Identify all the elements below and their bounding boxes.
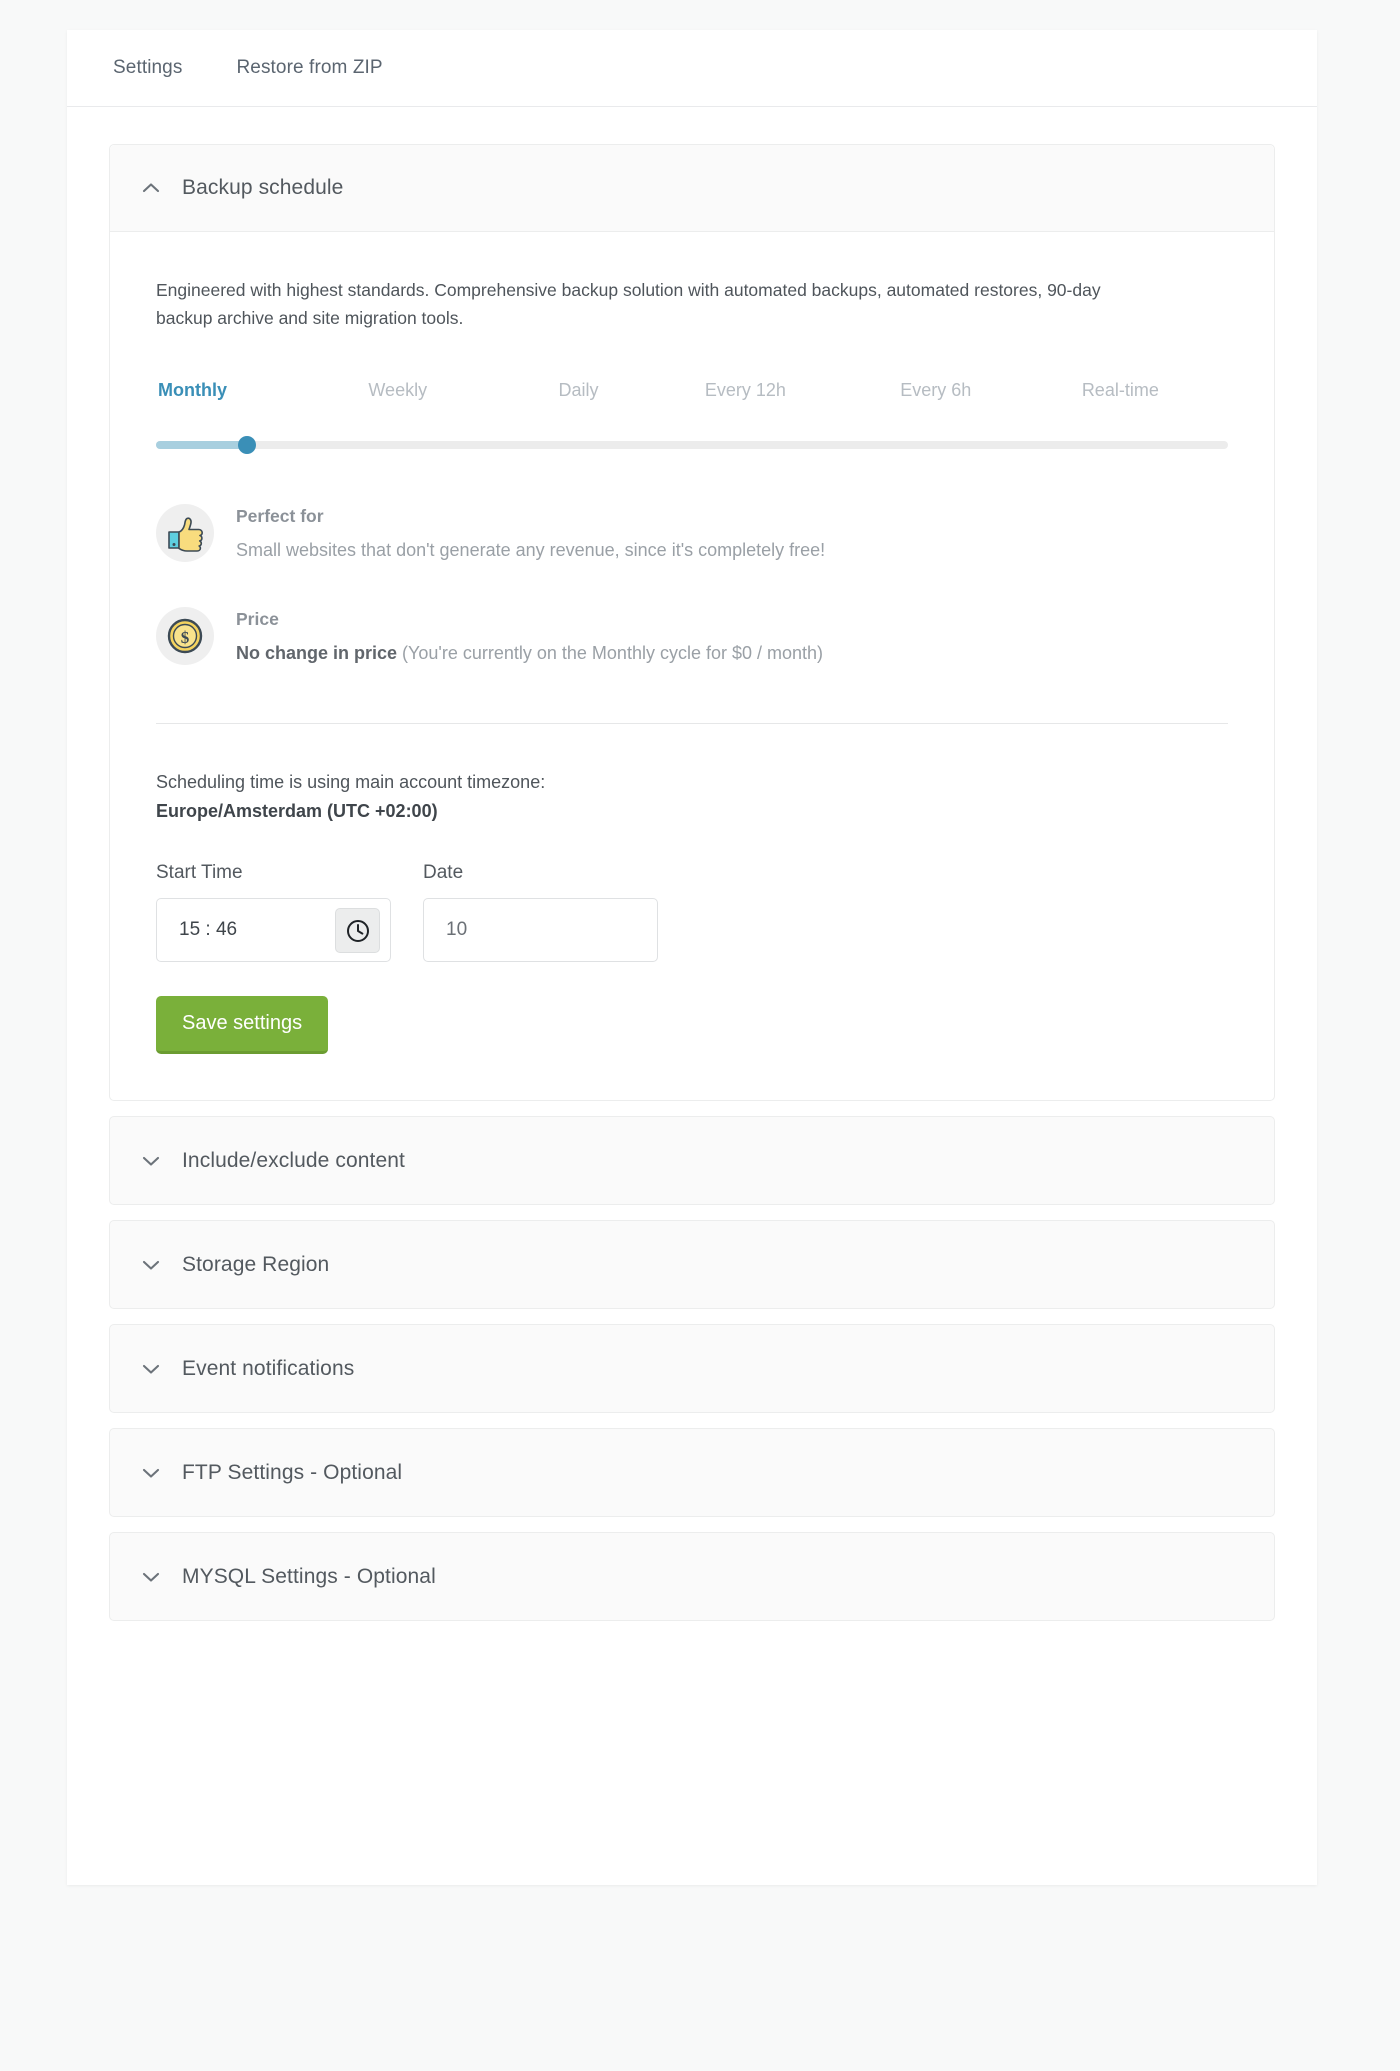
panel-event-notifications: Event notifications bbox=[109, 1324, 1275, 1413]
clock-picker-button[interactable] bbox=[335, 908, 380, 953]
plan-info-rows: Perfect for Small websites that don't ge… bbox=[156, 502, 1228, 666]
frequency-option-every-6h[interactable]: Every 6h bbox=[900, 380, 971, 401]
timezone-value: Europe/Amsterdam (UTC +02:00) bbox=[156, 797, 1228, 826]
frequency-slider[interactable] bbox=[156, 436, 1228, 454]
frequency-option-weekly[interactable]: Weekly bbox=[368, 380, 427, 401]
info-sub-perfect-for: Small websites that don't generate any r… bbox=[236, 537, 825, 563]
info-text-price: Price No change in price (You're current… bbox=[236, 605, 823, 666]
panel-header-mysql-settings[interactable]: MYSQL Settings - Optional bbox=[110, 1533, 1274, 1620]
panel-title-backup-schedule: Backup schedule bbox=[182, 176, 343, 200]
chevron-down-icon bbox=[140, 1254, 162, 1276]
date-value: 10 bbox=[446, 919, 467, 941]
field-date: Date 10 bbox=[423, 862, 658, 962]
panel-header-backup-schedule[interactable]: Backup schedule bbox=[110, 145, 1274, 232]
panel-header-include-exclude-content[interactable]: Include/exclude content bbox=[110, 1117, 1274, 1204]
panel-header-event-notifications[interactable]: Event notifications bbox=[110, 1325, 1274, 1412]
panel-title-ftp-settings: FTP Settings - Optional bbox=[182, 1461, 402, 1485]
panel-include-exclude-content: Include/exclude content bbox=[109, 1116, 1275, 1205]
schedule-form: Start Time 15 : 46 bbox=[156, 862, 1228, 962]
slider-fill bbox=[156, 441, 247, 449]
panel-title-storage-region: Storage Region bbox=[182, 1253, 329, 1277]
content-card: Settings Restore from ZIP Backup schedul… bbox=[67, 30, 1317, 1885]
save-settings-button[interactable]: Save settings bbox=[156, 996, 328, 1054]
tab-bar: Settings Restore from ZIP bbox=[67, 30, 1317, 107]
chevron-up-icon bbox=[140, 177, 162, 199]
info-row-price: $ Price No change in price (You're curre… bbox=[156, 605, 1228, 666]
panel-backup-schedule: Backup schedule Engineered with highest … bbox=[109, 144, 1275, 1101]
frequency-option-every-12h[interactable]: Every 12h bbox=[705, 380, 786, 401]
panel-mysql-settings: MYSQL Settings - Optional bbox=[109, 1532, 1275, 1621]
panel-title-mysql-settings: MYSQL Settings - Optional bbox=[182, 1565, 436, 1589]
tab-restore-from-zip[interactable]: Restore from ZIP bbox=[236, 57, 382, 79]
panel-title-event-notifications: Event notifications bbox=[182, 1357, 354, 1381]
start-time-input[interactable]: 15 : 46 bbox=[156, 898, 391, 962]
panel-storage-region: Storage Region bbox=[109, 1220, 1275, 1309]
frequency-labels: Monthly Weekly Daily Every 12h Every 6h … bbox=[158, 380, 1226, 412]
slider-thumb[interactable] bbox=[238, 436, 256, 454]
chevron-down-icon bbox=[140, 1462, 162, 1484]
info-row-perfect-for: Perfect for Small websites that don't ge… bbox=[156, 502, 1228, 563]
info-text-perfect-for: Perfect for Small websites that don't ge… bbox=[236, 502, 825, 563]
frequency-option-daily[interactable]: Daily bbox=[559, 380, 599, 401]
clock-icon bbox=[345, 918, 371, 944]
chevron-down-icon bbox=[140, 1566, 162, 1588]
info-sub-price: No change in price (You're currently on … bbox=[236, 640, 823, 666]
date-input[interactable]: 10 bbox=[423, 898, 658, 962]
panel-body-backup-schedule: Engineered with highest standards. Compr… bbox=[110, 232, 1274, 1100]
timezone-note: Scheduling time is using main account ti… bbox=[156, 768, 1228, 797]
slider-track[interactable] bbox=[156, 441, 1228, 449]
tab-settings[interactable]: Settings bbox=[113, 57, 182, 79]
section-divider bbox=[156, 723, 1228, 724]
panel-header-storage-region[interactable]: Storage Region bbox=[110, 1221, 1274, 1308]
chevron-down-icon bbox=[140, 1358, 162, 1380]
chevron-down-icon bbox=[140, 1150, 162, 1172]
app-page: Settings Restore from ZIP Backup schedul… bbox=[0, 0, 1400, 2071]
coin-dollar-icon: $ bbox=[156, 607, 214, 665]
price-status: No change in price bbox=[236, 643, 397, 663]
field-start-time: Start Time 15 : 46 bbox=[156, 862, 391, 962]
price-detail: (You're currently on the Monthly cycle f… bbox=[397, 643, 823, 663]
thumbs-up-icon bbox=[156, 504, 214, 562]
panel-ftp-settings: FTP Settings - Optional bbox=[109, 1428, 1275, 1517]
frequency-option-monthly[interactable]: Monthly bbox=[158, 380, 227, 401]
panel-header-ftp-settings[interactable]: FTP Settings - Optional bbox=[110, 1429, 1274, 1516]
label-start-time: Start Time bbox=[156, 862, 391, 884]
svg-text:$: $ bbox=[181, 628, 190, 647]
timezone-block: Scheduling time is using main account ti… bbox=[156, 768, 1228, 826]
backup-description: Engineered with highest standards. Compr… bbox=[156, 276, 1156, 333]
panel-title-include-exclude-content: Include/exclude content bbox=[182, 1149, 405, 1173]
info-title-perfect-for: Perfect for bbox=[236, 506, 825, 527]
frequency-option-real-time[interactable]: Real-time bbox=[1082, 380, 1159, 401]
accordion-list: Backup schedule Engineered with highest … bbox=[67, 107, 1317, 1621]
info-title-price: Price bbox=[236, 609, 823, 630]
label-date: Date bbox=[423, 862, 658, 884]
start-time-value: 15 : 46 bbox=[179, 919, 237, 941]
